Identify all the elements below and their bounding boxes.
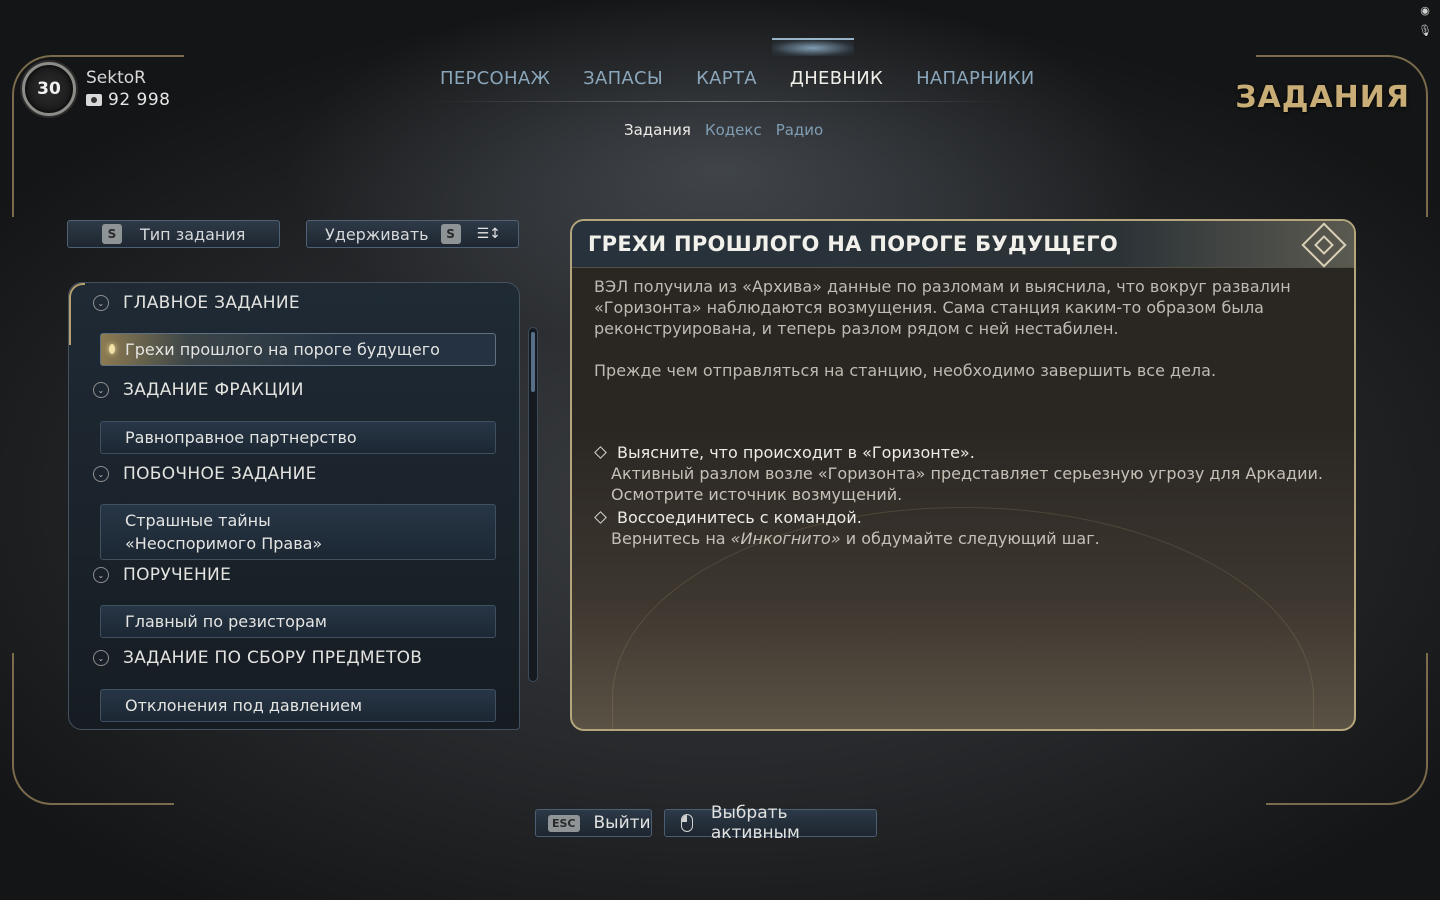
objective-diamond-icon: [594, 511, 607, 524]
set-active-label: Выбрать активным: [710, 803, 800, 843]
collapse-icon: ⌄: [93, 382, 109, 398]
quest-item-label: Равноправное партнерство: [125, 428, 357, 447]
quest-detail-header: ГРЕХИ ПРОШЛОГО НА ПОРОГЕ БУДУЩЕГО: [572, 221, 1354, 268]
category-side-quest[interactable]: ⌄ ПОБОЧНОЕ ЗАДАНИЕ: [93, 464, 317, 484]
mouse-left-click-icon: [681, 814, 693, 832]
active-tab-glow: [772, 38, 854, 56]
exit-button[interactable]: ESC Выйти: [535, 809, 652, 837]
credits-amount: 92 998: [108, 90, 171, 110]
objective-item: Выясните, что происходит в «Горизонте». …: [594, 442, 1332, 505]
quest-emblem-icon: [1301, 222, 1347, 268]
system-icons: ◉ 🎙: [1418, 4, 1432, 38]
description-paragraph: Прежде чем отправляться на станцию, необ…: [594, 361, 1217, 380]
category-main-quest[interactable]: ⌄ ГЛАВНОЕ ЗАДАНИЕ: [93, 293, 300, 313]
collapse-icon: ⌄: [93, 650, 109, 666]
subtab-quests[interactable]: Задания: [624, 121, 691, 139]
quest-item-faction[interactable]: Равноправное партнерство: [100, 421, 496, 454]
tab-inventory[interactable]: ЗАПАСЫ: [583, 68, 663, 89]
quest-item-side[interactable]: Страшные тайны «Неоспоримого Права»: [100, 504, 496, 560]
quest-item-main[interactable]: Грехи прошлого на пороге будущего: [100, 333, 496, 366]
objective-description: Активный разлом возле «Горизонта» предст…: [611, 464, 1323, 504]
category-title: ГЛАВНОЕ ЗАДАНИЕ: [123, 293, 300, 313]
objective-title: Выясните, что происходит в «Горизонте».: [617, 443, 975, 462]
key-hint: S: [440, 224, 461, 244]
description-paragraph: ВЭЛ получила из «Архива» данные по разло…: [594, 277, 1291, 338]
category-title: ПОБОЧНОЕ ЗАДАНИЕ: [123, 464, 317, 484]
microphone-icon[interactable]: 🎙: [1418, 24, 1432, 38]
quest-description: ВЭЛ получила из «Архива» данные по разло…: [572, 268, 1354, 422]
sort-icon: ☰↕: [476, 226, 501, 242]
tab-character[interactable]: ПЕРСОНАЖ: [440, 68, 550, 89]
sort-hold-button[interactable]: Удерживать S ☰↕: [306, 220, 519, 248]
player-name: SektoR: [86, 68, 146, 88]
objective-desc-text: Вернитесь на: [611, 529, 731, 548]
scroll-thumb[interactable]: [531, 332, 535, 392]
quest-item-task[interactable]: Главный по резисторам: [100, 605, 496, 638]
credits-display: 92 998: [86, 90, 170, 110]
quest-detail-panel: ГРЕХИ ПРОШЛОГО НА ПОРОГЕ БУДУЩЕГО ВЭЛ по…: [570, 219, 1356, 731]
category-faction-quest[interactable]: ⌄ ЗАДАНИЕ ФРАКЦИИ: [93, 380, 304, 400]
quest-detail-title: ГРЕХИ ПРОШЛОГО НА ПОРОГЕ БУДУЩЕГО: [588, 232, 1119, 256]
quest-item-label: Главный по резисторам: [125, 612, 327, 631]
hold-label: Удерживать: [325, 224, 429, 244]
player-level: 30: [22, 62, 76, 116]
tab-companions[interactable]: НАПАРНИКИ: [916, 68, 1035, 89]
quest-item-label: Страшные тайны «Неоспоримого Права»: [125, 511, 323, 553]
quest-type-filter-button[interactable]: S Тип задания: [67, 220, 280, 248]
category-title: ЗАДАНИЕ ПО СБОРУ ПРЕДМЕТОВ: [123, 648, 423, 668]
key-hint: S: [102, 224, 122, 244]
esc-key-hint: ESC: [548, 814, 580, 832]
nav-divider: [430, 101, 1010, 102]
quest-item-collection[interactable]: Отклонения под давлением: [100, 689, 496, 722]
sub-nav: Задания Кодекс Радио: [624, 121, 823, 139]
collapse-icon: ⌄: [93, 466, 109, 482]
set-active-button[interactable]: Выбрать активным: [664, 803, 877, 843]
credits-icon: [86, 94, 102, 106]
category-collection-quest[interactable]: ⌄ ЗАДАНИЕ ПО СБОРУ ПРЕДМЕТОВ: [93, 648, 422, 668]
quest-type-label: Тип задания: [140, 224, 246, 244]
quest-item-label: Грехи прошлого на пороге будущего: [125, 340, 440, 359]
category-title: ПОРУЧЕНИЕ: [123, 565, 232, 585]
category-task[interactable]: ⌄ ПОРУЧЕНИЕ: [93, 565, 231, 585]
tab-journal[interactable]: ДНЕВНИК: [790, 68, 883, 89]
record-icon[interactable]: ◉: [1418, 4, 1432, 18]
subtab-codex[interactable]: Кодекс: [705, 121, 762, 139]
objective-diamond-icon: [594, 446, 607, 459]
active-quest-icon: [109, 344, 115, 354]
category-title: ЗАДАНИЕ ФРАКЦИИ: [123, 380, 304, 400]
tab-map[interactable]: КАРТА: [696, 68, 757, 89]
quest-list-scrollbar[interactable]: [528, 327, 538, 682]
main-nav: ПЕРСОНАЖ ЗАПАСЫ КАРТА ДНЕВНИК НАПАРНИКИ: [440, 68, 1068, 89]
player-badge: 30 SektoR 92 998: [22, 62, 170, 116]
collapse-icon: ⌄: [93, 295, 109, 311]
quest-list: ⌄ ГЛАВНОЕ ЗАДАНИЕ Грехи прошлого на поро…: [68, 282, 520, 730]
collapse-icon: ⌄: [93, 567, 109, 583]
exit-label: Выйти: [593, 813, 651, 833]
quest-item-label: Отклонения под давлением: [125, 696, 363, 715]
page-title: ЗАДАНИЯ: [1235, 80, 1410, 115]
subtab-radio[interactable]: Радио: [776, 121, 824, 139]
